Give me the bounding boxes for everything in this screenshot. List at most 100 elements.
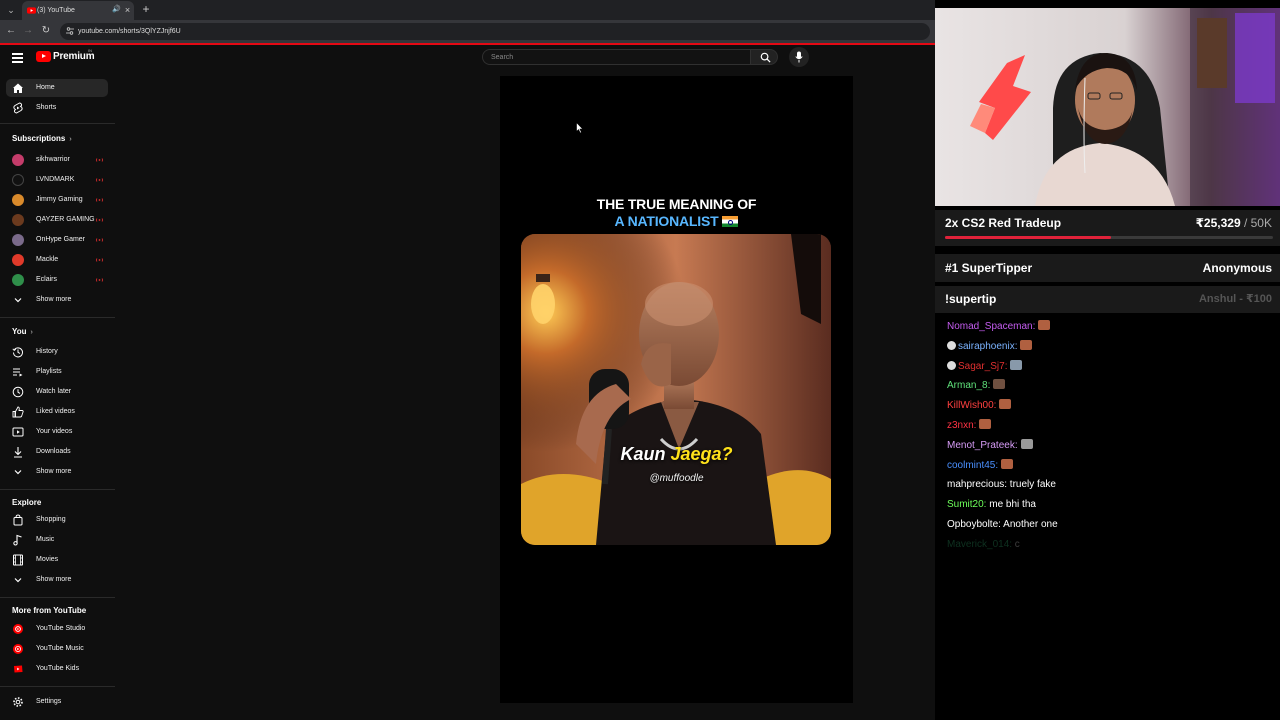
video-frame[interactable] [521,234,831,545]
movies-icon [13,554,23,566]
address-bar: ← → ↻ youtube.com/shorts/3QlYZJnjf6U [0,20,935,43]
site-info-icon[interactable] [66,26,74,36]
search-input[interactable]: Search [482,49,750,65]
youtube-favicon-icon [27,7,36,14]
chat-message: Menot_Prateek: [947,438,1033,453]
sidebar-item-shopping[interactable]: Shopping [6,511,108,529]
chat-emote-icon [1020,339,1033,350]
sidebar-item-subscription[interactable]: Mackle [6,251,108,269]
short-title-line2-wrap: A NATIONALIST [500,213,853,230]
sidebar-item-settings[interactable]: Settings [6,693,108,711]
sidebar-item-label: YouTube Music [36,645,84,652]
sidebar-divider [0,597,115,598]
your-videos-icon [12,427,24,437]
sidebar-item-label: Downloads [36,448,71,455]
reload-icon[interactable]: ↻ [39,24,53,38]
sidebar-item-shorts[interactable]: Shorts [6,99,108,117]
goal-current: ₹25,329 [1195,216,1241,230]
shorts-icon [13,102,23,114]
url-text: youtube.com/shorts/3QlYZJnjf6U [78,28,181,35]
sidebar-item-subscription[interactable]: QAYZER GAMING [6,211,108,229]
chat-message: mahprecious: truely fake [947,478,1056,492]
short-title-line1: THE TRUE MEANING OF [596,196,757,212]
sidebar-item-your-videos[interactable]: Your videos [6,423,108,441]
speaker-icon[interactable]: 🔊 [112,5,121,15]
sidebar-divider [0,489,115,490]
tab-close-icon[interactable]: × [123,4,132,17]
you-heading[interactable]: You › [12,326,33,339]
chat-emote-icon [999,399,1012,410]
shopping-bag-icon [13,514,23,526]
live-icon [96,258,103,262]
channel-avatar [12,174,24,186]
sidebar-item-movies[interactable]: Movies [6,551,108,569]
sidebar-item-label: Shorts [36,104,57,111]
forward-arrow-icon[interactable]: → [21,24,35,38]
chat-emote-icon [1010,359,1023,370]
chat-emote-icon [993,379,1006,390]
explore-heading: Explore [12,498,42,507]
sidebar-item-music[interactable]: Music [6,531,108,549]
sidebar-item-label: Jimmy Gaming [36,196,83,203]
chat-emote-icon [979,419,992,429]
channel-avatar [12,254,24,266]
country-code: IN [88,48,92,53]
sidebar-item-youtube-studio[interactable]: YouTube Studio [6,620,108,638]
caption-word2: Jaega? [670,444,733,464]
chat-emote-icon [1020,438,1033,449]
sidebar-item-youtube-music[interactable]: YouTube Music [6,640,108,658]
url-field[interactable]: youtube.com/shorts/3QlYZJnjf6U [60,23,930,40]
tab-search-chevron-icon[interactable]: ⌄ [4,3,18,17]
sidebar-item-label: YouTube Kids [36,665,80,672]
chat-emote-icon [1001,458,1014,469]
chevron-right-icon: › [69,136,72,143]
sidebar-item-subscription[interactable]: Jimmy Gaming [6,191,108,209]
sidebar-item-label: YouTube Studio [36,625,86,632]
subscriptions-heading-label: Subscriptions [12,134,66,143]
sidebar-item-label: Home [36,84,55,91]
new-tab-button[interactable]: + [140,1,152,17]
sidebar-item-subscription[interactable]: LVNDMARK [6,171,108,189]
sidebar-item-label: Show more [36,296,72,303]
voice-search-button[interactable] [789,47,809,67]
sidebar-item-subscription[interactable]: OnHype Gamer [6,231,108,249]
gear-icon [13,697,23,707]
sidebar-item-playlists[interactable]: Playlists [6,363,108,381]
chat-text: Another one [1000,519,1058,530]
chat-message: z3nxn: [947,419,992,433]
back-arrow-icon[interactable]: ← [4,24,18,38]
sidebar-item-watch-later[interactable]: Watch later [6,383,108,401]
browser-tab-youtube[interactable]: (3) YouTube 🔊 × [22,1,134,20]
caption-text: Kaun Jaega? [500,444,853,464]
sidebar-item-home[interactable]: Home [6,79,108,97]
subscriptions-show-more[interactable]: Show more [6,291,108,309]
youtube-logo-icon[interactable] [36,51,51,62]
you-show-more[interactable]: Show more [6,463,108,481]
chat-username: Sumit20: [947,499,987,511]
user-badge-icon [947,340,956,350]
chat-username: Sagar_Sj7: [958,360,1008,372]
menu-icon[interactable] [12,53,23,63]
youtube-studio-icon [13,624,23,634]
sidebar-divider [0,686,115,687]
channel-avatar [12,194,24,206]
sidebar-item-subscription[interactable]: sikhwarrior [6,151,108,169]
sidebar-item-label: Watch later [36,388,72,395]
live-icon [96,238,103,242]
sidebar-item-liked-videos[interactable]: Liked videos [6,403,108,421]
sidebar-item-downloads[interactable]: Downloads [6,443,108,461]
subscriptions-heading[interactable]: Subscriptions › [12,133,72,146]
sidebar-divider [0,123,115,124]
sidebar-item-history[interactable]: History [6,343,108,361]
sidebar-item-subscription[interactable]: Eclairs [6,271,108,289]
top-tipper-label: #1 SuperTipper [945,261,1033,275]
sidebar-item-label: History [36,348,58,355]
youtube-header: Premium IN Search [0,45,935,71]
chat-username: Arman_8: [947,380,991,392]
search-button[interactable] [750,49,778,65]
shorts-player[interactable]: THE TRUE MEANING OF A NATIONALIST Kaun J… [500,76,853,703]
sidebar-item-label: Music [36,536,55,543]
explore-show-more[interactable]: Show more [6,571,108,589]
microphone-icon [795,51,803,63]
sidebar-item-youtube-kids[interactable]: YouTube Kids [6,660,108,678]
